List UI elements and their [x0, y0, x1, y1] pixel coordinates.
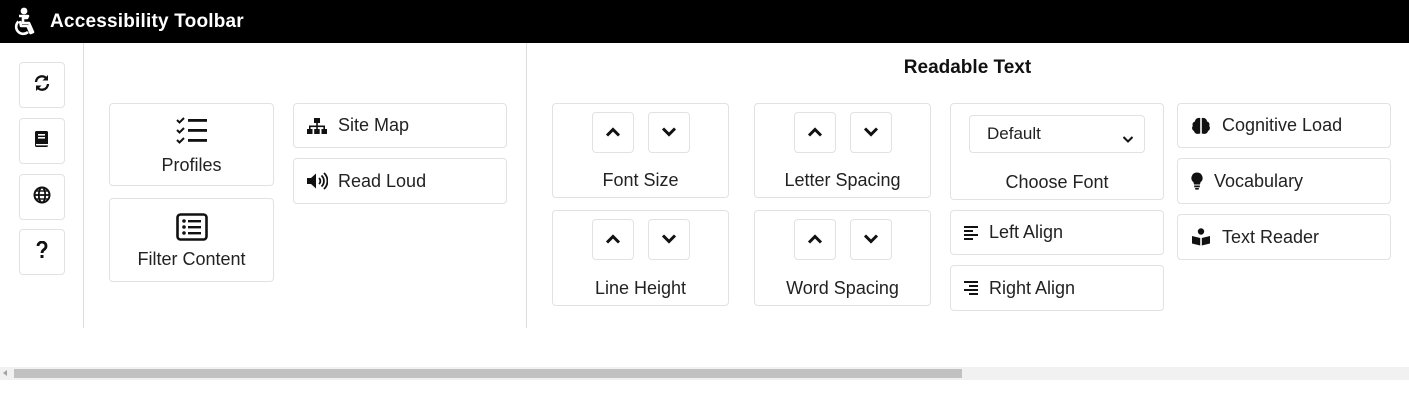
- word-spacing-increase-button[interactable]: [794, 219, 836, 260]
- vocabulary-button[interactable]: Vocabulary: [1177, 158, 1391, 204]
- line-height-decrease-button[interactable]: [648, 219, 690, 260]
- chevron-up-icon: [807, 231, 823, 249]
- chevron-down-icon: [1122, 129, 1134, 149]
- chevron-up-icon: [807, 124, 823, 142]
- line-height-control: Line Height: [552, 210, 729, 306]
- accessibility-icon: [11, 7, 37, 37]
- checklist-icon: [175, 117, 208, 147]
- choose-font-control: Default Choose Font: [950, 103, 1164, 200]
- line-height-increase-button[interactable]: [592, 219, 634, 260]
- profiles-label: Profiles: [161, 155, 222, 175]
- toolbar-header: Accessibility Toolbar: [0, 0, 1409, 43]
- scrollbar-thumb[interactable]: [14, 369, 962, 378]
- lightbulb-icon: [1190, 171, 1204, 191]
- toolbar-title: Accessibility Toolbar: [50, 10, 244, 32]
- left-align-label: Left Align: [989, 222, 1064, 242]
- right-align-label: Right Align: [989, 277, 1076, 298]
- filter-content-button[interactable]: Filter Content: [109, 198, 274, 282]
- chevron-down-icon: [863, 124, 879, 142]
- site-map-button[interactable]: Site Map: [293, 103, 507, 148]
- filter-content-label: Filter Content: [137, 249, 246, 269]
- brain-icon: [1190, 116, 1212, 136]
- read-loud-label: Read Loud: [338, 170, 427, 191]
- book-icon: [34, 130, 50, 153]
- text-reader-label: Text Reader: [1222, 226, 1320, 247]
- chevron-up-icon: [605, 124, 621, 142]
- site-map-label: Site Map: [338, 115, 410, 135]
- letter-spacing-increase-button[interactable]: [794, 112, 836, 153]
- dictionary-button[interactable]: [19, 118, 65, 164]
- vocabulary-label: Vocabulary: [1214, 170, 1304, 191]
- volume-icon: [306, 171, 328, 191]
- letter-spacing-control: Letter Spacing: [754, 103, 931, 198]
- book-reader-icon: [1190, 227, 1212, 247]
- reset-button[interactable]: [19, 62, 65, 108]
- word-spacing-decrease-button[interactable]: [850, 219, 892, 260]
- line-height-label: Line Height: [594, 278, 687, 298]
- side-rail: [0, 43, 84, 328]
- language-button[interactable]: [19, 174, 65, 220]
- cognitive-load-label: Cognitive Load: [1222, 115, 1343, 135]
- font-size-decrease-button[interactable]: [648, 112, 690, 153]
- list-alt-icon: [175, 213, 208, 243]
- choose-font-label: Choose Font: [1005, 172, 1109, 192]
- chevron-down-icon: [863, 231, 879, 249]
- letter-spacing-decrease-button[interactable]: [850, 112, 892, 153]
- chevron-down-icon: [661, 231, 677, 249]
- section-divider: [526, 43, 527, 328]
- word-spacing-label: Word Spacing: [786, 278, 899, 298]
- chevron-up-icon: [605, 231, 621, 249]
- cognitive-load-button[interactable]: Cognitive Load: [1177, 103, 1391, 148]
- font-select-value: Default: [987, 124, 1041, 143]
- horizontal-scrollbar[interactable]: [0, 367, 1409, 380]
- letter-spacing-label: Letter Spacing: [784, 170, 901, 190]
- sync-icon: [33, 74, 51, 97]
- font-select[interactable]: Default: [969, 115, 1145, 153]
- readable-text-title: Readable Text: [903, 57, 1032, 78]
- profiles-button[interactable]: Profiles: [109, 103, 274, 186]
- align-left-icon: [963, 223, 979, 243]
- font-size-increase-button[interactable]: [592, 112, 634, 153]
- scroll-left-arrow-icon[interactable]: [3, 370, 7, 376]
- help-button[interactable]: [19, 229, 65, 275]
- text-reader-button[interactable]: Text Reader: [1177, 214, 1391, 260]
- sitemap-icon: [306, 116, 328, 136]
- font-size-control: Font Size: [552, 103, 729, 198]
- right-align-button[interactable]: Right Align: [950, 265, 1164, 311]
- globe-icon: [33, 186, 51, 209]
- left-align-button[interactable]: Left Align: [950, 210, 1164, 255]
- question-icon: [36, 240, 48, 264]
- word-spacing-control: Word Spacing: [754, 210, 931, 306]
- align-right-icon: [963, 278, 979, 298]
- font-size-label: Font Size: [602, 170, 679, 190]
- chevron-down-icon: [661, 124, 677, 142]
- read-loud-button[interactable]: Read Loud: [293, 158, 507, 204]
